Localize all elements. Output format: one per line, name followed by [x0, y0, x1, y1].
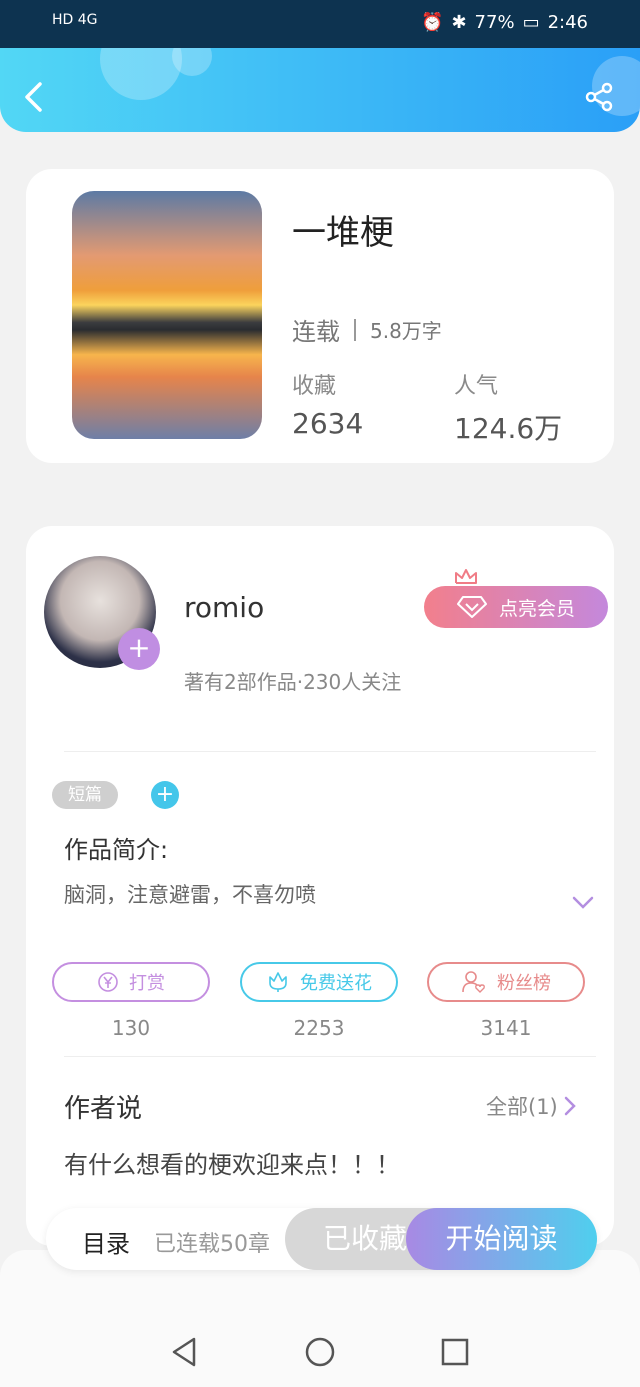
tip-count: 130 — [111, 1016, 151, 1040]
tip-button[interactable]: 打赏 — [52, 962, 210, 1002]
genre-tag[interactable]: 短篇 — [52, 781, 118, 809]
back-arrow-icon[interactable] — [22, 81, 44, 113]
book-status-row: 连载 5.8万字 — [292, 312, 442, 347]
crown-icon — [455, 569, 477, 584]
start-reading-button[interactable]: 开始阅读 — [406, 1208, 597, 1270]
divider — [64, 1056, 596, 1057]
favorites-label: 收藏 — [292, 374, 337, 399]
author-says-heading: 作者说 — [64, 1094, 143, 1124]
decor-bubble — [100, 48, 182, 100]
serial-status: 连载 — [292, 318, 340, 346]
popularity-label: 人气 — [454, 374, 499, 399]
tip-label: 打赏 — [129, 973, 165, 994]
flower-count: 2253 — [293, 1016, 345, 1040]
author-meta: 著有2部作品·230人关注 — [184, 670, 402, 694]
network-indicator: HD 4G — [52, 12, 98, 28]
book-cover[interactable] — [72, 191, 262, 439]
diamond-icon — [456, 596, 487, 618]
clock: 2:46 — [547, 12, 588, 33]
divider — [64, 751, 596, 752]
alarm-icon: ⏰ — [421, 12, 444, 33]
battery-icon: ▭ — [522, 12, 540, 33]
share-icon[interactable] — [584, 82, 614, 112]
chapter-count: 已连载50章 — [154, 1232, 270, 1257]
bluetooth-icon: ✱ — [451, 12, 467, 33]
status-bar: HD 4G ⏰ ✱ 77% ▭ 2:46 — [0, 0, 640, 48]
bottom-action-bar: 目录 已连载50章 已收藏 开始阅读 — [46, 1208, 597, 1270]
intro-text: 脑洞，注意避雷，不喜勿喷 — [64, 883, 316, 907]
view-all-link[interactable]: 全部(1) — [486, 1091, 576, 1121]
chevron-right-icon — [564, 1096, 576, 1116]
yen-icon — [98, 972, 118, 992]
add-tag-button[interactable]: + — [151, 781, 179, 809]
nav-back-icon[interactable] — [170, 1336, 198, 1368]
nav-home-icon[interactable] — [304, 1336, 336, 1368]
view-all-label: 全部(1) — [486, 1095, 558, 1119]
favorites-value: 2634 — [292, 407, 364, 440]
fan-rank-count: 3141 — [480, 1016, 532, 1040]
flower-icon — [269, 972, 287, 992]
author-says-text: 有什么想看的梗欢迎来点！！！ — [64, 1151, 400, 1179]
divider — [354, 318, 356, 341]
catalog-button[interactable]: 目录 — [82, 1224, 130, 1259]
fan-user-icon — [462, 971, 485, 993]
fan-rank-button[interactable]: 粉丝榜 — [427, 962, 585, 1002]
status-right: ⏰ ✱ 77% ▭ 2:46 — [421, 12, 588, 33]
word-count: 5.8万字 — [370, 319, 442, 343]
chevron-down-icon[interactable] — [572, 896, 594, 910]
vip-label: 点亮会员 — [498, 597, 575, 620]
battery-level: 77% — [474, 12, 515, 33]
intro-heading: 作品简介: — [64, 836, 169, 864]
popularity-value: 124.6万 — [454, 412, 563, 445]
nav-recents-icon[interactable] — [440, 1337, 470, 1367]
details-card: + romio 著有2部作品·230人关注 点亮会员 短篇 + 作品简介: 脑洞… — [26, 526, 614, 1246]
book-info-card: 一堆梗 连载 5.8万字 收藏 2634 人气 124.6万 — [26, 169, 614, 463]
book-title: 一堆梗 — [292, 213, 394, 253]
header — [0, 48, 640, 132]
follow-plus-button[interactable]: + — [118, 628, 160, 670]
send-flower-button[interactable]: 免费送花 — [240, 962, 398, 1002]
author-name[interactable]: romio — [184, 591, 264, 624]
system-nav-bar — [0, 1250, 640, 1387]
fan-rank-label: 粉丝榜 — [497, 973, 551, 994]
send-flower-label: 免费送花 — [300, 973, 372, 994]
vip-button[interactable]: 点亮会员 — [424, 586, 608, 628]
